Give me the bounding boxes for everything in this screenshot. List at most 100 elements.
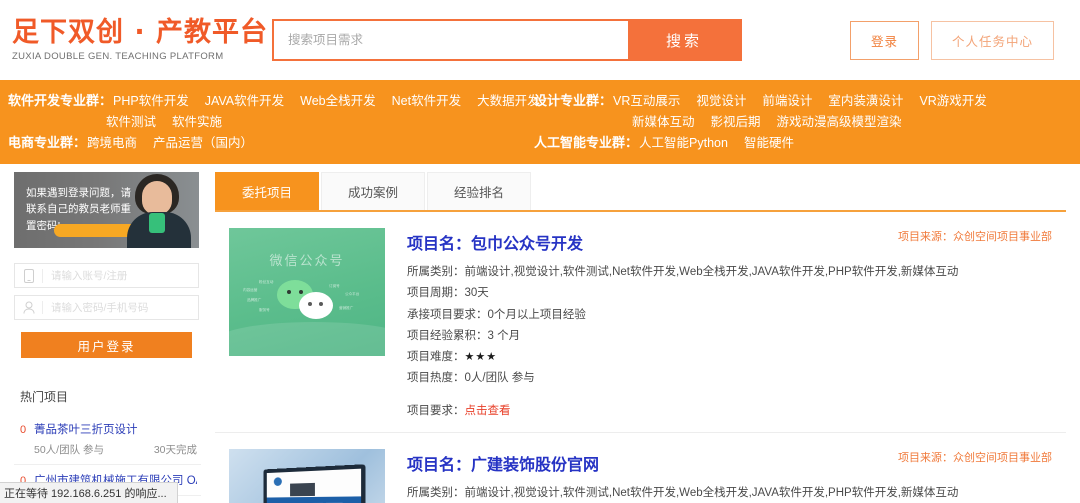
nav-link-interior-design[interactable]: 室内装潢设计 bbox=[828, 95, 903, 108]
value-category: 前端设计,视觉设计,软件测试,Net软件开发,Web全栈开发,JAVA软件开发,… bbox=[464, 266, 959, 278]
sidebar: 如果遇到登录问题，请联系自己的教员老师重置密码! 请输入账号/注册 用户登录 热… bbox=[8, 172, 201, 503]
sidebar-login-form: 用户登录 bbox=[14, 263, 199, 358]
nav-link-java[interactable]: JAVA软件开发 bbox=[205, 95, 284, 108]
nav-link-new-media[interactable]: 新媒体互动 bbox=[632, 116, 695, 129]
view-requirement-link[interactable]: 点击查看 bbox=[465, 405, 511, 417]
site-logo-mock bbox=[273, 476, 282, 486]
page-root: 足下双创 · 产教平台 ZUXIA DOUBLE GEN. TEACHING P… bbox=[0, 0, 1080, 503]
nav-link-visual-design[interactable]: 视觉设计 bbox=[696, 95, 746, 108]
nav-links: 新媒体互动 影视后期 游戏动漫高级模型渲染 bbox=[632, 116, 902, 129]
site-header: 足下双创 · 产教平台 ZUXIA DOUBLE GEN. TEACHING P… bbox=[0, 0, 1080, 80]
nav-group-design-row1: 设计专业群： VR互动展示 视觉设计 前端设计 室内装潢设计 VR游戏开发 bbox=[534, 94, 1044, 108]
personal-task-center-button[interactable]: 个人任务中心 bbox=[930, 20, 1054, 60]
project-tabs: 委托项目 成功案例 经验排名 bbox=[215, 172, 1066, 212]
label-period: 项目周期： bbox=[407, 287, 465, 300]
project-period-line: 项目周期：30天 bbox=[407, 283, 1056, 304]
nav-group-software-row2: 软件测试 软件实施 bbox=[8, 116, 524, 129]
password-input[interactable] bbox=[43, 296, 198, 319]
bubble-eye-dot bbox=[308, 302, 312, 306]
project-card[interactable]: 微信公众号 内容运营 粉丝互动 品牌推广 服务号 订阅号 公众平台 营销推广 项… bbox=[215, 212, 1066, 433]
nav-link-vr-game-dev[interactable]: VR游戏开发 bbox=[919, 95, 986, 108]
user-icon bbox=[15, 301, 43, 314]
thumb-decor-text: 订阅号 bbox=[329, 284, 340, 288]
search-button[interactable]: 搜索 bbox=[628, 21, 740, 59]
label-category: 所属类别： bbox=[407, 486, 465, 499]
nav-group-design-row2: 新媒体互动 影视后期 游戏动漫高级模型渲染 bbox=[534, 116, 1044, 129]
hot-item-duration: 30天完成 bbox=[153, 444, 197, 456]
nav-group-software-row1: 软件开发专业群： PHP软件开发 JAVA软件开发 Web全栈开发 Net软件开… bbox=[8, 94, 540, 108]
hot-projects-title: 热门项目 bbox=[20, 390, 69, 404]
site-gallery-mock bbox=[266, 495, 362, 503]
photo-lanyard-shape bbox=[149, 213, 165, 233]
main-panel: 委托项目 成功案例 经验排名 微信公众号 内容运营 粉丝互动 品牌推广 服务号 … bbox=[215, 172, 1066, 503]
thumb-caption: 微信公众号 bbox=[269, 253, 345, 268]
thumb-hill-shape bbox=[229, 322, 385, 356]
nav-link-software-implementation[interactable]: 软件实施 bbox=[172, 116, 222, 129]
account-input[interactable] bbox=[43, 264, 198, 287]
site-hero-mock bbox=[290, 482, 315, 496]
nav-link-film-post[interactable]: 影视后期 bbox=[711, 116, 761, 129]
project-source: 项目来源：众创空间项目事业部 bbox=[898, 228, 1052, 244]
wechat-official-account-thumb: 微信公众号 内容运营 粉丝互动 品牌推广 服务号 订阅号 公众平台 营销推广 bbox=[229, 228, 385, 356]
monitor-screen-inner bbox=[266, 468, 362, 503]
value-experience: 3 个月 bbox=[487, 329, 521, 342]
category-nav: 软件开发专业群： PHP软件开发 JAVA软件开发 Web全栈开发 Net软件开… bbox=[0, 80, 1080, 164]
wechat-bubble-white-icon bbox=[299, 292, 333, 319]
nav-link-cross-border-ecommerce[interactable]: 跨境电商 bbox=[87, 137, 137, 150]
monitor-website-thumb bbox=[229, 448, 385, 503]
bubble-eye-dot bbox=[299, 290, 303, 294]
nav-links: 人工智能Python 智能硬件 bbox=[639, 137, 794, 150]
difficulty-stars: ★★★ bbox=[464, 351, 498, 364]
nav-links: 软件测试 软件实施 bbox=[106, 116, 222, 129]
bubble-eye-dot bbox=[287, 290, 291, 294]
value-heat: 0人/团队 参与 bbox=[464, 372, 535, 385]
login-button[interactable]: 登录 bbox=[849, 20, 919, 60]
project-category-line: 所属类别：前端设计,视觉设计,软件测试,Net软件开发,Web全栈开发,JAVA… bbox=[407, 262, 1056, 283]
tab-entrusted-projects[interactable]: 委托项目 bbox=[215, 172, 320, 210]
nav-category-design: 设计专业群： bbox=[534, 93, 613, 109]
nav-link-web-fullstack[interactable]: Web全栈开发 bbox=[300, 95, 375, 108]
label-requirement: 承接项目要求： bbox=[407, 308, 488, 321]
hot-item-name[interactable]: 菁品茶叶三折页设计 bbox=[34, 421, 138, 437]
site-logo[interactable]: 足下双创 · 产教平台 ZUXIA DOUBLE GEN. TEACHING P… bbox=[8, 17, 267, 62]
label-category: 所属类别： bbox=[407, 266, 465, 278]
password-field-row bbox=[14, 295, 199, 320]
nav-link-product-operation[interactable]: 产品运营（国内） bbox=[153, 137, 253, 150]
tab-experience-ranking[interactable]: 经验排名 bbox=[427, 172, 532, 210]
browser-status-bar: 正在等待 192.168.6.251 的响应... bbox=[0, 482, 178, 503]
thumb-decor-text: 内容运营 bbox=[243, 288, 258, 292]
nav-group-ecommerce-row1: 电商专业群： 跨境电商 产品运营（国内） bbox=[8, 136, 524, 150]
photo-face-shape bbox=[142, 181, 172, 215]
header-actions: 登录 个人任务中心 bbox=[849, 20, 1054, 60]
nav-column-left: 软件开发专业群： PHP软件开发 JAVA软件开发 Web全栈开发 Net软件开… bbox=[4, 94, 540, 150]
value-category: 前端设计,视觉设计,软件测试,Net软件开发,Web全栈开发,JAVA软件开发,… bbox=[464, 486, 959, 499]
user-login-button[interactable]: 用户登录 bbox=[21, 332, 192, 358]
hot-item-head: 0 菁品茶叶三折页设计 bbox=[20, 421, 197, 437]
value-source: 众创空间项目事业部 bbox=[953, 451, 1052, 464]
nav-link-smart-hardware[interactable]: 智能硬件 bbox=[744, 137, 794, 150]
nav-link-php[interactable]: PHP软件开发 bbox=[113, 95, 189, 108]
project-card[interactable]: 项目名：广建装饰股份官网 所属类别：前端设计,视觉设计,软件测试,Net软件开发… bbox=[215, 433, 1066, 503]
nav-link-net[interactable]: Net软件开发 bbox=[392, 95, 461, 108]
hot-item-rank: 0 bbox=[20, 424, 27, 436]
nav-link-game-anime-modeling[interactable]: 游戏动漫高级模型渲染 bbox=[777, 116, 902, 129]
project-req-line: 项目要求：点击查看 bbox=[407, 402, 1056, 418]
nav-group-ai-row1: 人工智能专业群： 人工智能Python 智能硬件 bbox=[534, 136, 1044, 150]
nav-link-frontend-design[interactable]: 前端设计 bbox=[762, 95, 812, 108]
nav-link-software-testing[interactable]: 软件测试 bbox=[106, 116, 156, 129]
nav-link-ai-python[interactable]: 人工智能Python bbox=[639, 137, 728, 150]
project-card-body: 项目名：包巾公众号开发 所属类别：前端设计,视觉设计,软件测试,Net软件开发,… bbox=[385, 228, 1056, 418]
search-input[interactable] bbox=[274, 21, 628, 59]
nav-links: 跨境电商 产品运营（国内） bbox=[87, 137, 253, 150]
thumb-decor-text: 营销推广 bbox=[339, 306, 354, 310]
tab-success-cases[interactable]: 成功案例 bbox=[321, 172, 426, 210]
content-area: 如果遇到登录问题，请联系自己的教员老师重置密码! 请输入账号/注册 用户登录 热… bbox=[0, 164, 1080, 503]
project-experience-line: 项目经验累积：3 个月 bbox=[407, 326, 1056, 347]
label-experience: 项目经验累积： bbox=[407, 329, 488, 342]
account-field-row bbox=[14, 263, 199, 288]
hot-item-participants: 50人/团队 参与 bbox=[34, 444, 105, 456]
label-source: 项目来源： bbox=[898, 231, 953, 243]
promo-banner[interactable]: 如果遇到登录问题，请联系自己的教员老师重置密码! bbox=[14, 172, 199, 248]
list-item[interactable]: 0 菁品茶叶三折页设计 50人/团队 参与 30天完成 bbox=[14, 414, 201, 465]
nav-link-vr-interactive[interactable]: VR互动展示 bbox=[613, 95, 680, 108]
